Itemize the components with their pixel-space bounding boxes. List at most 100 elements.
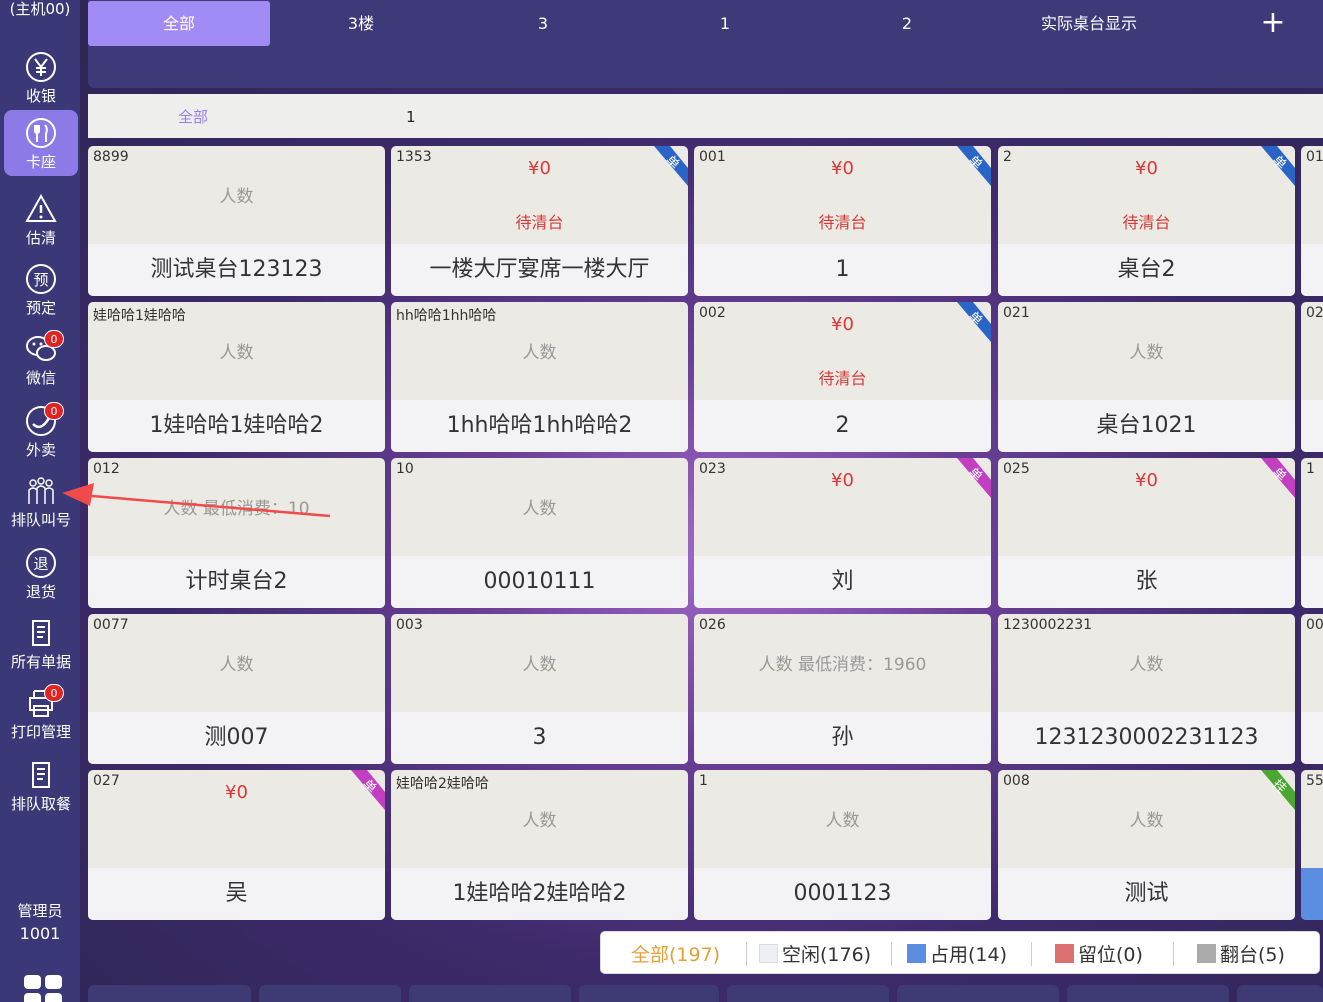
table-name: 0001123: [694, 868, 991, 920]
table-card[interactable]: 027 ¥0 吴单: [88, 770, 385, 920]
floor-tab-0[interactable]: 全部: [88, 1, 270, 46]
sidebar-item-label: 打印管理: [10, 723, 71, 741]
order-ribbon: 单: [1255, 146, 1295, 192]
table-card[interactable]: 023 ¥0 刘单: [694, 458, 991, 608]
status-legend: 全部(197) 空闲(176) 占用(14) 留位(0) 翻台(5): [600, 931, 1320, 974]
area-tab-1[interactable]: 1: [406, 94, 416, 138]
table-card[interactable]: 1 人数 0001123: [694, 770, 991, 920]
occupied-swatch: [907, 944, 926, 963]
turned-swatch: [1197, 944, 1216, 963]
yen-icon: [26, 52, 56, 82]
toolbar-button[interactable]: [1237, 985, 1323, 1002]
sidebar-item-label: 微信: [25, 369, 56, 387]
sidebar-item-5[interactable]: 外卖 0: [4, 398, 78, 464]
sidebar-item-4[interactable]: 微信 0: [4, 326, 78, 392]
sidebar-item-8[interactable]: 所有单据: [4, 610, 78, 676]
table-card[interactable]: 002 ¥0 待清台 2 单: [694, 302, 991, 452]
table-card[interactable]: hh哈哈1hh哈哈 人数 1hh哈哈1hh哈哈2: [391, 302, 688, 452]
reserved-swatch: [1055, 944, 1074, 963]
table-status: 待清台: [515, 213, 564, 232]
floor-tab-4[interactable]: 2: [816, 1, 998, 46]
table-card[interactable]: 0077 人数 测007: [88, 614, 385, 764]
table-card-partial[interactable]: 1: [1301, 458, 1323, 608]
table-code: 026: [699, 617, 726, 633]
table-status: 待清台: [818, 369, 867, 388]
sidebar-item-label: 预定: [25, 299, 56, 317]
floor-tab-3[interactable]: 1: [634, 1, 816, 46]
table-card-partial[interactable]: 02: [1301, 302, 1323, 452]
order-ribbon: 单: [648, 146, 688, 192]
legend-occupied[interactable]: 占用(14): [907, 932, 1007, 975]
table-card[interactable]: 1230002231 人数 1231230002231123: [998, 614, 1295, 764]
table-name: 桌台1021: [998, 400, 1295, 452]
table-card[interactable]: 8899 人数 测试桌台123123: [88, 146, 385, 296]
sidebar-item-label: 外卖: [25, 441, 56, 459]
sidebar-item-3[interactable]: 预预定: [4, 256, 78, 322]
documents-icon: [32, 620, 50, 646]
table-card[interactable]: 001 ¥0 待清台 1 单: [694, 146, 991, 296]
toolbar-button[interactable]: [409, 985, 571, 1002]
legend-divider: [1173, 942, 1174, 966]
table-card-partial[interactable]: 55: [1301, 770, 1323, 920]
table-card[interactable]: 2 ¥0 待清台 桌台2 单: [998, 146, 1295, 296]
table-amount: ¥0: [225, 782, 248, 803]
table-card[interactable]: 026 人数 最低消费：1960 孙: [694, 614, 991, 764]
legend-divider: [746, 942, 747, 966]
free-swatch: [759, 944, 778, 963]
floor-tab-2[interactable]: 3: [452, 1, 634, 46]
app-grid-icon[interactable]: [24, 972, 64, 1002]
sidebar-item-6[interactable]: 排队叫号: [4, 468, 78, 534]
svg-text:退: 退: [33, 555, 48, 573]
table-card[interactable]: 008 人数 测试 挂: [998, 770, 1295, 920]
table-amount: ¥0: [831, 470, 854, 491]
legend-all[interactable]: 全部(197): [631, 932, 720, 975]
sidebar-item-2[interactable]: 估清: [4, 186, 78, 252]
table-code: hh哈哈1hh哈哈: [396, 308, 497, 324]
toolbar-button[interactable]: [259, 985, 401, 1002]
legend-divider: [1031, 942, 1032, 966]
table-card[interactable]: 娃哈哈2娃哈哈 人数 1娃哈哈2娃哈哈2: [391, 770, 688, 920]
legend-free[interactable]: 空闲(176): [759, 932, 871, 975]
sidebar-item-label: 卡座: [25, 153, 56, 171]
table-code: 55: [1306, 773, 1323, 789]
table-card[interactable]: 003 人数 3: [391, 614, 688, 764]
sidebar-item-9[interactable]: 打印管理 0: [4, 680, 78, 746]
add-floor-button[interactable]: +: [1258, 2, 1288, 46]
table-card-partial[interactable]: 01: [1301, 146, 1323, 296]
table-status: 待清台: [1122, 213, 1171, 232]
toolbar-button[interactable]: [897, 985, 1059, 1002]
toolbar-button[interactable]: [88, 985, 251, 1002]
toolbar-button[interactable]: [579, 985, 719, 1002]
legend-turned[interactable]: 翻台(5): [1197, 932, 1285, 975]
floor-tab-5[interactable]: 实际桌台显示: [998, 1, 1180, 46]
people-count: 人数 最低消费：1960: [758, 655, 927, 675]
table-card[interactable]: 021 人数 桌台1021: [998, 302, 1295, 452]
sidebar-item-10[interactable]: 排队取餐: [4, 752, 78, 818]
floor-tab-1[interactable]: 3楼: [270, 1, 452, 46]
toolbar-button[interactable]: [727, 985, 889, 1002]
sidebar-item-7[interactable]: 退退货: [4, 540, 78, 606]
table-name: 3: [391, 712, 688, 764]
people-count: 人数: [1129, 343, 1164, 363]
notification-badge: 0: [44, 330, 64, 348]
legend-all-label: 全部(197): [631, 944, 721, 966]
table-card-partial[interactable]: 00: [1301, 614, 1323, 764]
table-name: 测试桌台123123: [88, 244, 385, 296]
sidebar-item-label: 所有单据: [10, 653, 71, 671]
table-card[interactable]: 娃哈哈1娃哈哈 人数 1娃哈哈1娃哈哈2: [88, 302, 385, 452]
table-card[interactable]: 025 ¥0 张单: [998, 458, 1295, 608]
area-tab-all[interactable]: 全部: [178, 94, 208, 138]
table-name: 测试: [998, 868, 1295, 920]
table-code: 1: [699, 773, 708, 789]
order-ribbon: 单: [951, 302, 991, 348]
sidebar-item-0[interactable]: 收银: [4, 44, 78, 110]
legend-reserved-label: 留位(0): [1078, 944, 1143, 966]
table-card[interactable]: 1353 ¥0 待清台 一楼大厅宴席一楼大厅单: [391, 146, 688, 296]
legend-reserved[interactable]: 留位(0): [1055, 932, 1143, 975]
table-amount: ¥0: [831, 158, 854, 179]
table-card[interactable]: 10 人数 00010111: [391, 458, 688, 608]
toolbar-button[interactable]: [1067, 985, 1229, 1002]
table-card[interactable]: 012 人数 最低消费：10 计时桌台2: [88, 458, 385, 608]
sidebar-item-1[interactable]: 卡座: [4, 110, 78, 176]
people-count: 人数: [1129, 655, 1164, 675]
